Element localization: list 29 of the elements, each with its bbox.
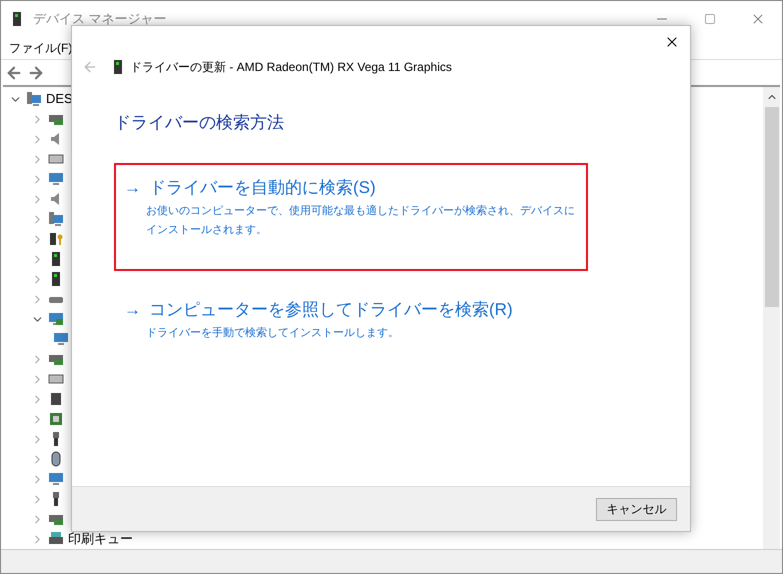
option-description: ドライバーを手動で検索してインストールします。 xyxy=(146,326,400,341)
search-option[interactable]: → ドライバーを自動的に検索(S) お使いのコンピューターで、使用可能な最も適したドライバーが検索され、デバイスにインストールされます。 xyxy=(114,162,588,270)
forward-icon[interactable] xyxy=(27,64,45,82)
maximize-icon[interactable] xyxy=(704,13,716,25)
option-description: お使いのコンピューターで、使用可能な最も適したドライバーが検索され、デバイスにインストールされます。 xyxy=(146,204,576,238)
back-icon[interactable] xyxy=(82,59,98,75)
device-icon xyxy=(48,531,64,547)
tree-item[interactable]: 印刷キュー xyxy=(68,529,133,549)
device-icon xyxy=(48,471,64,487)
tree-item[interactable]: DES xyxy=(46,89,73,109)
dialog-heading: ドライバーの検索方法 xyxy=(114,112,285,134)
cancel-button[interactable]: キャンセル xyxy=(596,498,677,520)
device-icon xyxy=(26,91,42,107)
back-icon[interactable] xyxy=(5,64,23,82)
window-title: デバイス マネージャー xyxy=(33,10,167,28)
device-icon xyxy=(48,211,64,227)
option-title: コンピューターを参照してドライバーを検索(R) xyxy=(149,298,513,320)
search-option[interactable]: → コンピューターを参照してドライバーを検索(R) ドライバーを手動で検索してインストールします。 xyxy=(114,284,588,345)
device-icon xyxy=(48,391,64,407)
device-icon xyxy=(48,231,64,247)
device-icon xyxy=(48,311,64,327)
dialog-title: ドライバーの更新 - AMD Radeon(TM) RX Vega 11 Graphics xyxy=(130,59,452,76)
scrollbar[interactable] xyxy=(763,87,780,549)
device-icon xyxy=(53,331,69,347)
arrow-icon: → xyxy=(124,174,141,200)
device-icon xyxy=(48,171,64,187)
device-icon xyxy=(48,411,64,427)
option-title: ドライバーを自動的に検索(S) xyxy=(149,176,376,198)
arrow-icon: → xyxy=(124,296,141,322)
